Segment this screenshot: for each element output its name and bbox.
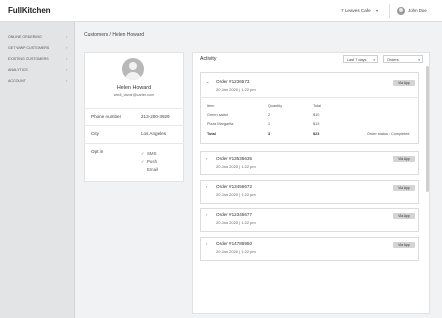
sidebar: Online Ordering › Get WWP Customers › Ex… [0, 22, 75, 318]
chevron-right-icon: › [66, 78, 68, 83]
table-cell: 2 [268, 113, 271, 117]
chevron-right-icon: › [66, 34, 68, 39]
sidebar-item-existing-customers[interactable]: Existing Customers › [0, 54, 75, 64]
order-title: Order #13535635 [216, 156, 253, 161]
total-value: $23 [313, 132, 320, 136]
chevron-right-icon: › [66, 45, 68, 50]
divider [84, 125, 184, 126]
customer-name: Helen Howard [116, 85, 152, 91]
order-title: Order #14785950 [216, 241, 253, 246]
order-title: Order #12345677 [216, 212, 253, 217]
optin-sms: SMS [147, 151, 157, 156]
sidebar-item-analytics[interactable]: Analytics › [0, 65, 75, 75]
app-logo[interactable]: FullKitchen [8, 6, 51, 15]
table-cell: Green salad [207, 113, 228, 117]
total-label: Total [207, 132, 216, 136]
chevron-right-icon: › [66, 67, 68, 72]
check-icon: ✓ [141, 151, 145, 156]
status-badge: Via App [393, 80, 415, 86]
top-bar: FullKitchen 7 Leaves Cafe ▾ John Doe [0, 0, 442, 22]
chevron-down-icon: ▾ [373, 57, 375, 62]
divider [84, 143, 184, 144]
activity-type-value: Orders [387, 57, 399, 62]
order-date: 20 Jan 2020 | 1:22 pm [216, 87, 256, 92]
user-avatar[interactable] [397, 7, 405, 15]
total-quantity: 3 [268, 132, 271, 136]
sidebar-item-label: Analytics [8, 68, 28, 72]
order-date: 20 Jan 2020 | 1:22 pm [216, 220, 256, 225]
phone-value: 213-200-3929 [141, 114, 170, 119]
order-title: Order #13456672 [216, 184, 253, 189]
divider [84, 108, 184, 109]
city-label: City [91, 131, 99, 136]
divider [200, 97, 419, 98]
chevron-right-icon[interactable]: › [206, 241, 207, 246]
table-cell: 1 [268, 122, 271, 126]
order-status: Order status : Completed [367, 132, 410, 136]
sidebar-item-label: Account [8, 79, 26, 83]
sidebar-item-account[interactable]: Account › [0, 76, 75, 86]
phone-label: Phone number [91, 114, 122, 119]
status-badge: Via App [393, 213, 415, 219]
sidebar-item-label: Existing Customers [8, 57, 49, 61]
optin-email: Email [147, 167, 158, 172]
customer-email: wedi_lavoir@carter.com [113, 93, 155, 97]
chevron-right-icon[interactable]: › [206, 212, 207, 217]
status-badge: Via App [393, 156, 415, 162]
avatar [122, 58, 144, 80]
chevron-right-icon: › [66, 56, 68, 61]
status-badge: Via App [393, 185, 415, 191]
chevron-down-icon[interactable]: ▾ [376, 8, 378, 13]
check-icon: ✓ [141, 159, 145, 164]
optin-push: Push [147, 159, 158, 164]
chevron-down-icon: ▾ [418, 57, 420, 62]
order-title: Order #1236573 [216, 79, 250, 84]
divider [389, 4, 390, 18]
breadcrumb[interactable]: Customers / Helen Howard [84, 32, 144, 38]
activity-type-select[interactable]: Orders ▾ [383, 55, 423, 63]
table-header: Quantity [268, 104, 283, 108]
order-date: 20 Jan 2020 | 1:22 pm [216, 249, 256, 254]
user-name[interactable]: John Doe [408, 8, 427, 13]
table-cell: $13 [313, 122, 320, 126]
sidebar-item-label: Online Ordering [8, 35, 42, 39]
optin-label: Opt in [91, 149, 104, 154]
scrollbar[interactable] [426, 66, 429, 192]
sidebar-item-label: Get WWP Customers [8, 46, 50, 50]
order-date: 20 Jan 2020 | 1:22 pm [216, 192, 256, 197]
chevron-right-icon[interactable]: › [206, 184, 207, 189]
chevron-down-icon[interactable]: ⌄ [206, 79, 209, 84]
order-date: 20 Jan 2020 | 1:22 pm [216, 164, 256, 169]
chevron-right-icon[interactable]: › [206, 156, 207, 161]
status-badge: Via App [393, 242, 415, 248]
city-value: Los Angeles [141, 131, 167, 136]
activity-title: Activity [200, 56, 217, 62]
sidebar-item-online-ordering[interactable]: Online Ordering › [0, 32, 75, 42]
table-header: Item [207, 104, 215, 108]
store-selector[interactable]: 7 Leaves Cafe [341, 8, 371, 13]
date-range-select[interactable]: Last 7 days ▾ [343, 55, 378, 63]
table-cell: Pizza Margarita [207, 122, 234, 126]
table-cell: $10 [313, 113, 320, 117]
date-range-value: Last 7 days [347, 57, 367, 62]
order-card[interactable] [200, 151, 419, 175]
table-header: Total [313, 104, 322, 108]
sidebar-item-get-customers[interactable]: Get WWP Customers › [0, 43, 75, 53]
